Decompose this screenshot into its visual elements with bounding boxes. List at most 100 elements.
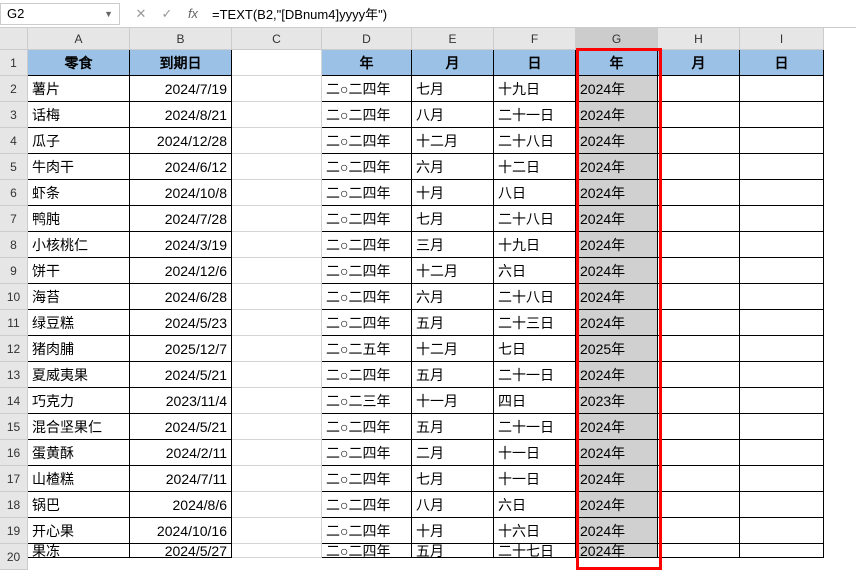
cell-day-num[interactable]: [740, 492, 824, 518]
cell-expiry[interactable]: 2024/5/27: [130, 544, 232, 558]
select-all-corner[interactable]: [0, 28, 28, 50]
cell-month-num[interactable]: [658, 362, 740, 388]
cell-day-cn[interactable]: 八日: [494, 180, 576, 206]
cell-month-cn[interactable]: 八月: [412, 492, 494, 518]
cell-day-num[interactable]: [740, 310, 824, 336]
row-header[interactable]: 12: [0, 336, 28, 362]
cell-expiry[interactable]: 2024/2/11: [130, 440, 232, 466]
cell-snack[interactable]: 果冻: [28, 544, 130, 558]
header-month-num[interactable]: 月: [658, 50, 740, 76]
col-header-g[interactable]: G: [576, 28, 658, 50]
cell-day-cn[interactable]: 二十八日: [494, 128, 576, 154]
cell-year-num[interactable]: 2024年: [576, 440, 658, 466]
cell-year-num[interactable]: 2024年: [576, 284, 658, 310]
cell-day-num[interactable]: [740, 232, 824, 258]
cell-snack[interactable]: 鸭肫: [28, 206, 130, 232]
cell-month-num[interactable]: [658, 414, 740, 440]
cell-expiry[interactable]: 2024/12/6: [130, 258, 232, 284]
row-header[interactable]: 18: [0, 492, 28, 518]
cell-empty[interactable]: [232, 414, 322, 440]
cell-month-num[interactable]: [658, 206, 740, 232]
cell-month-cn[interactable]: 五月: [412, 362, 494, 388]
cell-snack[interactable]: 绿豆糕: [28, 310, 130, 336]
cell-empty[interactable]: [232, 284, 322, 310]
cell-year-cn[interactable]: 二○二四年: [322, 284, 412, 310]
cell-snack[interactable]: 蛋黄酥: [28, 440, 130, 466]
cell-month-num[interactable]: [658, 232, 740, 258]
cell-year-cn[interactable]: 二○二四年: [322, 310, 412, 336]
cell-month-num[interactable]: [658, 492, 740, 518]
cell-year-num[interactable]: 2024年: [576, 414, 658, 440]
cell-empty[interactable]: [232, 466, 322, 492]
cell-month-num[interactable]: [658, 284, 740, 310]
name-box[interactable]: G2 ▼: [0, 3, 120, 25]
cell-day-cn[interactable]: 二十八日: [494, 206, 576, 232]
cell-day-num[interactable]: [740, 102, 824, 128]
cell-expiry[interactable]: 2024/8/6: [130, 492, 232, 518]
row-header[interactable]: 4: [0, 128, 28, 154]
cell-month-cn[interactable]: 十月: [412, 518, 494, 544]
cell-empty[interactable]: [232, 388, 322, 414]
cell-month-num[interactable]: [658, 310, 740, 336]
cell-day-num[interactable]: [740, 518, 824, 544]
cell-year-num[interactable]: 2025年: [576, 336, 658, 362]
cell-empty[interactable]: [232, 102, 322, 128]
cell-month-num[interactable]: [658, 102, 740, 128]
cell-day-num[interactable]: [740, 388, 824, 414]
cell-year-cn[interactable]: 二○二四年: [322, 180, 412, 206]
cell-expiry[interactable]: 2024/8/21: [130, 102, 232, 128]
cell-month-cn[interactable]: 三月: [412, 232, 494, 258]
cell-year-cn[interactable]: 二○二四年: [322, 206, 412, 232]
cell-day-cn[interactable]: 六日: [494, 258, 576, 284]
cell-year-cn[interactable]: 二○二四年: [322, 102, 412, 128]
cell-empty[interactable]: [232, 336, 322, 362]
cell-month-num[interactable]: [658, 440, 740, 466]
cell-snack[interactable]: 混合坚果仁: [28, 414, 130, 440]
cell-expiry[interactable]: 2023/11/4: [130, 388, 232, 414]
row-header[interactable]: 3: [0, 102, 28, 128]
cell-snack[interactable]: 猪肉脯: [28, 336, 130, 362]
cell-month-num[interactable]: [658, 154, 740, 180]
cell-year-cn[interactable]: 二○二四年: [322, 232, 412, 258]
cell-snack[interactable]: 薯片: [28, 76, 130, 102]
confirm-button[interactable]: ✓: [154, 3, 180, 25]
cell-day-cn[interactable]: 十一日: [494, 440, 576, 466]
cell-month-num[interactable]: [658, 466, 740, 492]
cell-day-num[interactable]: [740, 76, 824, 102]
cell-year-cn[interactable]: 二○二四年: [322, 128, 412, 154]
cell-day-cn[interactable]: 二十一日: [494, 362, 576, 388]
row-header[interactable]: 13: [0, 362, 28, 388]
cell-empty[interactable]: [232, 232, 322, 258]
cell-expiry[interactable]: 2024/10/8: [130, 180, 232, 206]
cell-expiry[interactable]: 2024/7/11: [130, 466, 232, 492]
cell-year-cn[interactable]: 二○二四年: [322, 440, 412, 466]
cell-expiry[interactable]: 2024/12/28: [130, 128, 232, 154]
cell-year-cn[interactable]: 二○二四年: [322, 362, 412, 388]
cell-year-num[interactable]: 2024年: [576, 310, 658, 336]
row-header[interactable]: 8: [0, 232, 28, 258]
cell-snack[interactable]: 小核桃仁: [28, 232, 130, 258]
cell-year-num[interactable]: 2024年: [576, 76, 658, 102]
cell-snack[interactable]: 夏威夷果: [28, 362, 130, 388]
col-header-e[interactable]: E: [412, 28, 494, 50]
cell-empty[interactable]: [232, 180, 322, 206]
cell-day-cn[interactable]: 十九日: [494, 232, 576, 258]
cell-year-num[interactable]: 2024年: [576, 518, 658, 544]
cell-month-num[interactable]: [658, 128, 740, 154]
cell-snack[interactable]: 开心果: [28, 518, 130, 544]
cell-day-cn[interactable]: 十一日: [494, 466, 576, 492]
cell-year-num[interactable]: 2024年: [576, 154, 658, 180]
cell-year-num[interactable]: 2024年: [576, 206, 658, 232]
col-header-d[interactable]: D: [322, 28, 412, 50]
cell-month-num[interactable]: [658, 544, 740, 558]
cell-month-cn[interactable]: 五月: [412, 544, 494, 558]
row-header[interactable]: 6: [0, 180, 28, 206]
cell-month-cn[interactable]: 五月: [412, 310, 494, 336]
cell-day-num[interactable]: [740, 128, 824, 154]
row-header[interactable]: 16: [0, 440, 28, 466]
cell-day-cn[interactable]: 二十三日: [494, 310, 576, 336]
cell-day-num[interactable]: [740, 180, 824, 206]
cell-year-num[interactable]: 2024年: [576, 232, 658, 258]
row-header[interactable]: 14: [0, 388, 28, 414]
cell-year-num[interactable]: 2024年: [576, 180, 658, 206]
